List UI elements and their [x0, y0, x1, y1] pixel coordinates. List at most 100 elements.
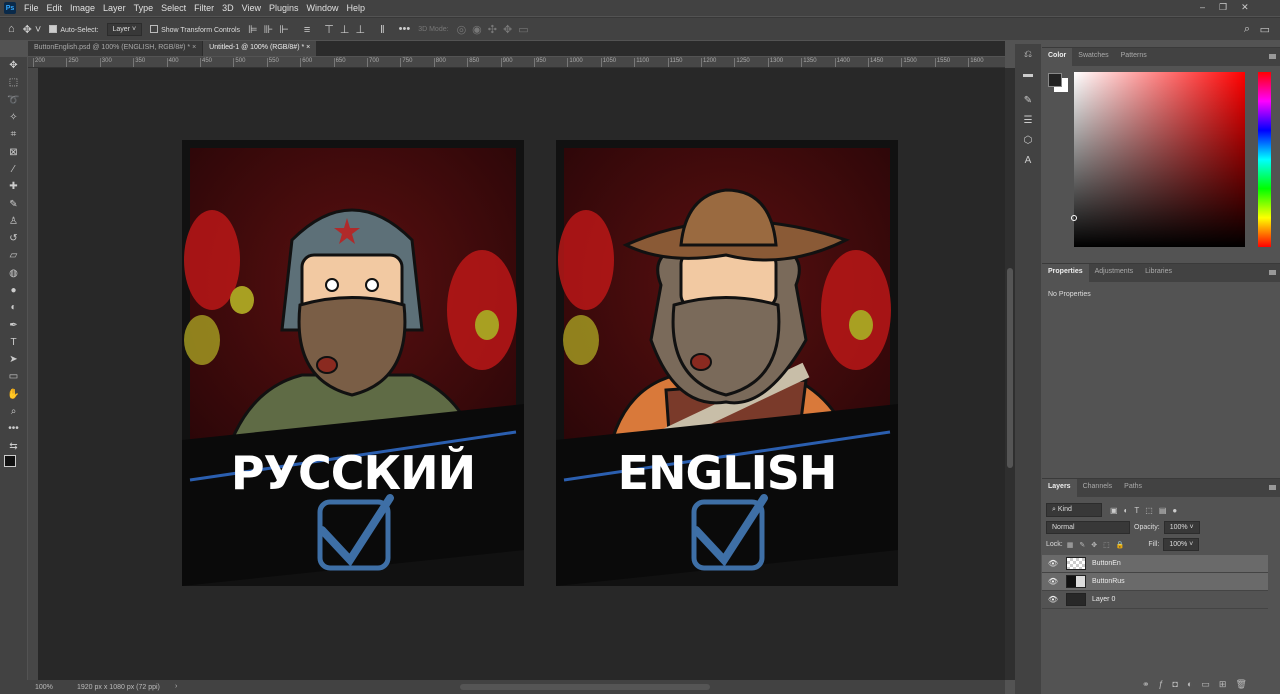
- panel-menu-icon[interactable]: [1269, 270, 1276, 275]
- visibility-eye-icon[interactable]: 👁: [1042, 577, 1064, 586]
- layer-row-layer-0[interactable]: 👁 Layer 0: [1042, 591, 1268, 609]
- foreground-color[interactable]: [4, 455, 16, 467]
- menu-file[interactable]: File: [24, 3, 39, 13]
- show-transform-checkbox[interactable]: Show Transform Controls: [150, 25, 240, 34]
- rectangle-tool-icon[interactable]: ▭: [0, 368, 27, 385]
- zoom-level[interactable]: 100%: [35, 684, 53, 691]
- workspace-icon[interactable]: ▭: [1260, 23, 1270, 36]
- artboard-english[interactable]: ENGLISH: [556, 140, 898, 586]
- menu-3d[interactable]: 3D: [222, 3, 234, 13]
- dodge-tool-icon[interactable]: ◐: [0, 299, 27, 316]
- tab-patterns[interactable]: Patterns: [1115, 48, 1153, 66]
- tab-libraries[interactable]: Libraries: [1139, 264, 1178, 282]
- panel-menu-icon[interactable]: [1269, 485, 1276, 490]
- color-field[interactable]: [1071, 72, 1245, 247]
- menu-help[interactable]: Help: [347, 3, 366, 13]
- menu-layer[interactable]: Layer: [103, 3, 126, 13]
- move-tool-icon[interactable]: ✥: [0, 57, 27, 74]
- menu-type[interactable]: Type: [134, 3, 154, 13]
- tab-adjustments[interactable]: Adjustments: [1089, 264, 1140, 282]
- crop-tool-icon[interactable]: ⌗: [0, 126, 27, 143]
- tab-layers[interactable]: Layers: [1042, 479, 1077, 497]
- comments-icon[interactable]: ▬: [1015, 64, 1041, 84]
- move-tool-icon[interactable]: ✥ ˅: [23, 23, 42, 36]
- zoom-tool-icon[interactable]: ⌕: [0, 403, 27, 420]
- menu-filter[interactable]: Filter: [194, 3, 214, 13]
- more-tools-icon[interactable]: •••: [0, 420, 27, 437]
- menu-window[interactable]: Window: [307, 3, 339, 13]
- fill-input[interactable]: 100% ˅: [1163, 538, 1200, 551]
- panel-menu-icon[interactable]: [1269, 54, 1276, 59]
- 3d-mode-icons[interactable]: ◎◉✣✥▭: [457, 23, 535, 36]
- clone-stamp-icon[interactable]: ♙: [0, 213, 27, 230]
- tab-buttonenglish[interactable]: ButtonEnglish.psd @ 100% (ENGLISH, RGB/8…: [28, 41, 203, 56]
- tab-untitled-1[interactable]: Untitled-1 @ 100% (RGB/8#) * ×: [203, 41, 317, 56]
- tab-paths[interactable]: Paths: [1118, 479, 1148, 497]
- artboard-russian[interactable]: РУССКИЙ: [182, 140, 524, 586]
- visibility-eye-icon[interactable]: 👁: [1042, 559, 1064, 568]
- history-icon[interactable]: ⎌: [1015, 44, 1041, 64]
- window-controls[interactable]: –❐✕: [1200, 2, 1263, 13]
- color-picker-cursor[interactable]: [1071, 215, 1077, 221]
- frame-tool-icon[interactable]: ⊠: [0, 143, 27, 160]
- layer-thumbnail: [1066, 575, 1086, 588]
- layer-action-icons[interactable]: ⚭ƒ◘◐▭⊞🗑: [1142, 679, 1256, 690]
- brush-tool-icon[interactable]: ✎: [0, 195, 27, 212]
- close-icon[interactable]: ×: [192, 44, 196, 51]
- tab-color[interactable]: Color: [1042, 48, 1073, 66]
- paint-bucket-icon[interactable]: ◍: [0, 265, 27, 282]
- type-tool-icon[interactable]: T: [0, 334, 27, 351]
- adjustments-sliders-icon[interactable]: ☰: [1015, 110, 1041, 130]
- home-icon[interactable]: ⌂: [8, 23, 15, 35]
- blend-mode-dropdown[interactable]: Normal: [1046, 521, 1130, 534]
- hue-slider[interactable]: [1258, 72, 1271, 247]
- search-icon[interactable]: ⌕: [1244, 23, 1250, 36]
- ruler-tick: 1200: [701, 58, 716, 67]
- tab-swatches[interactable]: Swatches: [1072, 48, 1114, 66]
- align-icons[interactable]: ⊫⊪⊩ ≡: [248, 23, 316, 36]
- swap-colors-icon[interactable]: ⇆: [0, 438, 27, 455]
- vertical-scrollbar[interactable]: [1005, 68, 1015, 680]
- pen-tool-icon[interactable]: ✒: [0, 316, 27, 333]
- horizontal-scrollbar[interactable]: [460, 684, 710, 690]
- eyedropper-icon[interactable]: ⁄: [0, 161, 27, 178]
- layer-name: Layer 0: [1092, 596, 1116, 603]
- layer-filter-dropdown[interactable]: ⌕ Kind: [1046, 503, 1102, 517]
- glyphs-icon[interactable]: A: [1015, 150, 1041, 170]
- lock-icons[interactable]: ▦✎✥⬚🔒: [1067, 541, 1131, 549]
- menu-image[interactable]: Image: [70, 3, 95, 13]
- more-options-icon[interactable]: •••: [399, 23, 411, 35]
- layer-row-buttonen[interactable]: 👁 ButtonEn: [1042, 555, 1268, 573]
- hand-tool-icon[interactable]: ✋: [0, 386, 27, 403]
- menu-view[interactable]: View: [242, 3, 261, 13]
- ruler-tick: 650: [333, 58, 346, 67]
- magic-wand-icon[interactable]: ✧: [0, 109, 27, 126]
- history-brush-icon[interactable]: ↺: [0, 230, 27, 247]
- menu-edit[interactable]: Edit: [47, 3, 63, 13]
- blur-tool-icon[interactable]: ●: [0, 282, 27, 299]
- eraser-icon[interactable]: ▱: [0, 247, 27, 264]
- marquee-tool-icon[interactable]: ⬚: [0, 74, 27, 91]
- status-arrow-icon[interactable]: ›: [175, 683, 177, 690]
- path-select-icon[interactable]: ➤: [0, 351, 27, 368]
- foreground-color-swatch[interactable]: [1048, 73, 1062, 87]
- auto-select-dropdown[interactable]: Layer ˅: [106, 22, 143, 36]
- show-transform-label: Show Transform Controls: [161, 26, 241, 34]
- auto-select-checkbox[interactable]: Auto-Select:: [49, 25, 99, 34]
- visibility-eye-icon[interactable]: 👁: [1042, 595, 1064, 604]
- 3d-cube-icon[interactable]: ⬡: [1015, 130, 1041, 150]
- document-tabs: ButtonEnglish.psd @ 100% (ENGLISH, RGB/8…: [28, 41, 1005, 56]
- healing-brush-icon[interactable]: ✚: [0, 178, 27, 195]
- layer-filter-icons[interactable]: ▣◐T⬚▤●: [1110, 506, 1183, 515]
- opacity-input[interactable]: 100% ˅: [1163, 521, 1200, 534]
- close-icon[interactable]: ×: [306, 44, 310, 51]
- tab-channels[interactable]: Channels: [1077, 479, 1119, 497]
- menu-plugins[interactable]: Plugins: [269, 3, 299, 13]
- ruler-tick: 1500: [901, 58, 917, 67]
- menu-select[interactable]: Select: [161, 3, 186, 13]
- layer-row-buttonrus[interactable]: 👁 ButtonRus: [1042, 573, 1268, 591]
- lasso-tool-icon[interactable]: ➰: [0, 92, 27, 109]
- brush-settings-icon[interactable]: ✎: [1015, 90, 1041, 110]
- tab-properties[interactable]: Properties: [1042, 264, 1089, 282]
- distribute-icons[interactable]: ⊤⊥⊥ ‖: [324, 23, 390, 36]
